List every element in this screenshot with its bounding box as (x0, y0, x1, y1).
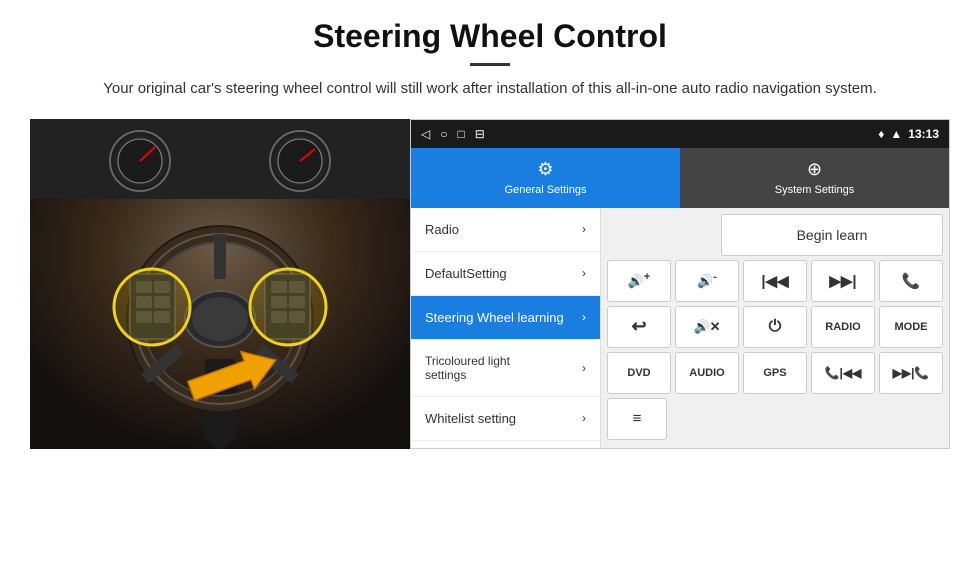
controls-area: Begin learn 🔊+ 🔊- |◀◀ ▶▶| (601, 208, 949, 448)
status-bar-left: ◁ ○ □ ⊟ (421, 127, 485, 141)
car-image (30, 119, 410, 449)
title-divider (470, 63, 510, 66)
tel-next-button[interactable]: ▶▶|📞 (879, 352, 943, 394)
tablet-ui: ◁ ○ □ ⊟ ♦ ▲ 13:13 ⚙ General Settings ⊕ S… (410, 119, 950, 449)
menu-radio-label: Radio (425, 222, 459, 237)
tab-general-label: General Settings (505, 184, 587, 196)
chevron-right-icon: › (582, 361, 586, 375)
chevron-right-icon: › (582, 411, 586, 425)
tab-system-settings[interactable]: ⊕ System Settings (680, 148, 949, 208)
menu-item-defaultsetting[interactable]: DefaultSetting › (411, 252, 600, 296)
controls-row-0: Begin learn (607, 214, 943, 256)
globe-icon: ⊕ (807, 159, 822, 180)
chevron-right-icon: › (582, 266, 586, 280)
menu-item-tricoloured[interactable]: Tricoloured lightsettings › (411, 340, 600, 397)
content-area: ◁ ○ □ ⊟ ♦ ▲ 13:13 ⚙ General Settings ⊕ S… (0, 119, 980, 449)
audio-button[interactable]: AUDIO (675, 352, 739, 394)
next-icon: ▶▶| (829, 272, 856, 290)
hangup-icon: ↩ (631, 316, 646, 337)
apps-icon: ⊟ (475, 127, 485, 141)
next-track-button[interactable]: ▶▶| (811, 260, 875, 302)
gear-icon: ⚙ (537, 159, 553, 180)
vol-down-icon: 🔊- (697, 271, 717, 289)
menu-button[interactable]: ≡ (607, 398, 667, 440)
back-call-button[interactable]: ↩ (607, 306, 671, 348)
menu-item-steering[interactable]: Steering Wheel learning › (411, 296, 600, 340)
controls-row-1: 🔊+ 🔊- |◀◀ ▶▶| 📞 (607, 260, 943, 302)
back-icon: ◁ (421, 127, 430, 141)
call-button[interactable]: 📞 (879, 260, 943, 302)
home-icon: ○ (440, 127, 447, 141)
controls-row-3: DVD AUDIO GPS 📞|◀◀ ▶▶|📞 (607, 352, 943, 394)
status-bar-right: ♦ ▲ 13:13 (878, 127, 939, 141)
power-icon: ⏻ (769, 318, 782, 336)
tel-prev-icon: 📞|◀◀ (825, 366, 862, 380)
mode-label: MODE (895, 321, 928, 333)
menu-item-whitelist[interactable]: Whitelist setting › (411, 397, 600, 441)
phone-icon: 📞 (902, 272, 921, 290)
signal-icon: ▲ (890, 127, 902, 141)
chevron-right-icon: › (582, 310, 586, 324)
empty-space (607, 214, 717, 256)
page-subtitle: Your original car's steering wheel contr… (60, 78, 920, 101)
controls-row-4: ≡ (607, 398, 943, 440)
menu-list: Radio › DefaultSetting › Steering Wheel … (411, 208, 601, 448)
car-svg (30, 119, 410, 449)
radio-button[interactable]: RADIO (811, 306, 875, 348)
prev-track-button[interactable]: |◀◀ (743, 260, 807, 302)
menu-whitelist-label: Whitelist setting (425, 411, 516, 426)
time-display: 13:13 (908, 127, 939, 141)
menu-default-label: DefaultSetting (425, 266, 507, 281)
mute-button[interactable]: 🔊✕ (675, 306, 739, 348)
gps-label: GPS (763, 367, 786, 379)
wifi-icon: ♦ (878, 127, 884, 141)
controls-row-2: ↩ 🔊✕ ⏻ RADIO MODE (607, 306, 943, 348)
tel-next-icon: ▶▶|📞 (893, 366, 930, 380)
recents-icon: □ (457, 127, 464, 141)
menu-item-radio[interactable]: Radio › (411, 208, 600, 252)
prev-icon: |◀◀ (761, 272, 788, 290)
tab-system-label: System Settings (775, 184, 854, 196)
mode-button[interactable]: MODE (879, 306, 943, 348)
power-button[interactable]: ⏻ (743, 306, 807, 348)
status-bar: ◁ ○ □ ⊟ ♦ ▲ 13:13 (411, 120, 949, 148)
page-header: Steering Wheel Control Your original car… (0, 0, 980, 111)
hamburger-icon: ≡ (633, 410, 642, 427)
menu-steering-label: Steering Wheel learning (425, 310, 564, 325)
tab-general-settings[interactable]: ⚙ General Settings (411, 148, 680, 208)
audio-label: AUDIO (689, 367, 724, 379)
page-title: Steering Wheel Control (60, 18, 920, 55)
gps-button[interactable]: GPS (743, 352, 807, 394)
begin-learn-button[interactable]: Begin learn (721, 214, 943, 256)
dvd-label: DVD (627, 367, 650, 379)
dvd-button[interactable]: DVD (607, 352, 671, 394)
menu-tricoloured-label: Tricoloured lightsettings (425, 354, 510, 382)
tel-prev-button[interactable]: 📞|◀◀ (811, 352, 875, 394)
mute-icon: 🔊✕ (693, 319, 720, 335)
main-content: Radio › DefaultSetting › Steering Wheel … (411, 208, 949, 448)
tab-bar: ⚙ General Settings ⊕ System Settings (411, 148, 949, 208)
chevron-right-icon: › (582, 222, 586, 236)
vol-up-button[interactable]: 🔊+ (607, 260, 671, 302)
vol-down-button[interactable]: 🔊- (675, 260, 739, 302)
radio-label: RADIO (825, 321, 860, 333)
vol-up-icon: 🔊+ (628, 271, 651, 289)
